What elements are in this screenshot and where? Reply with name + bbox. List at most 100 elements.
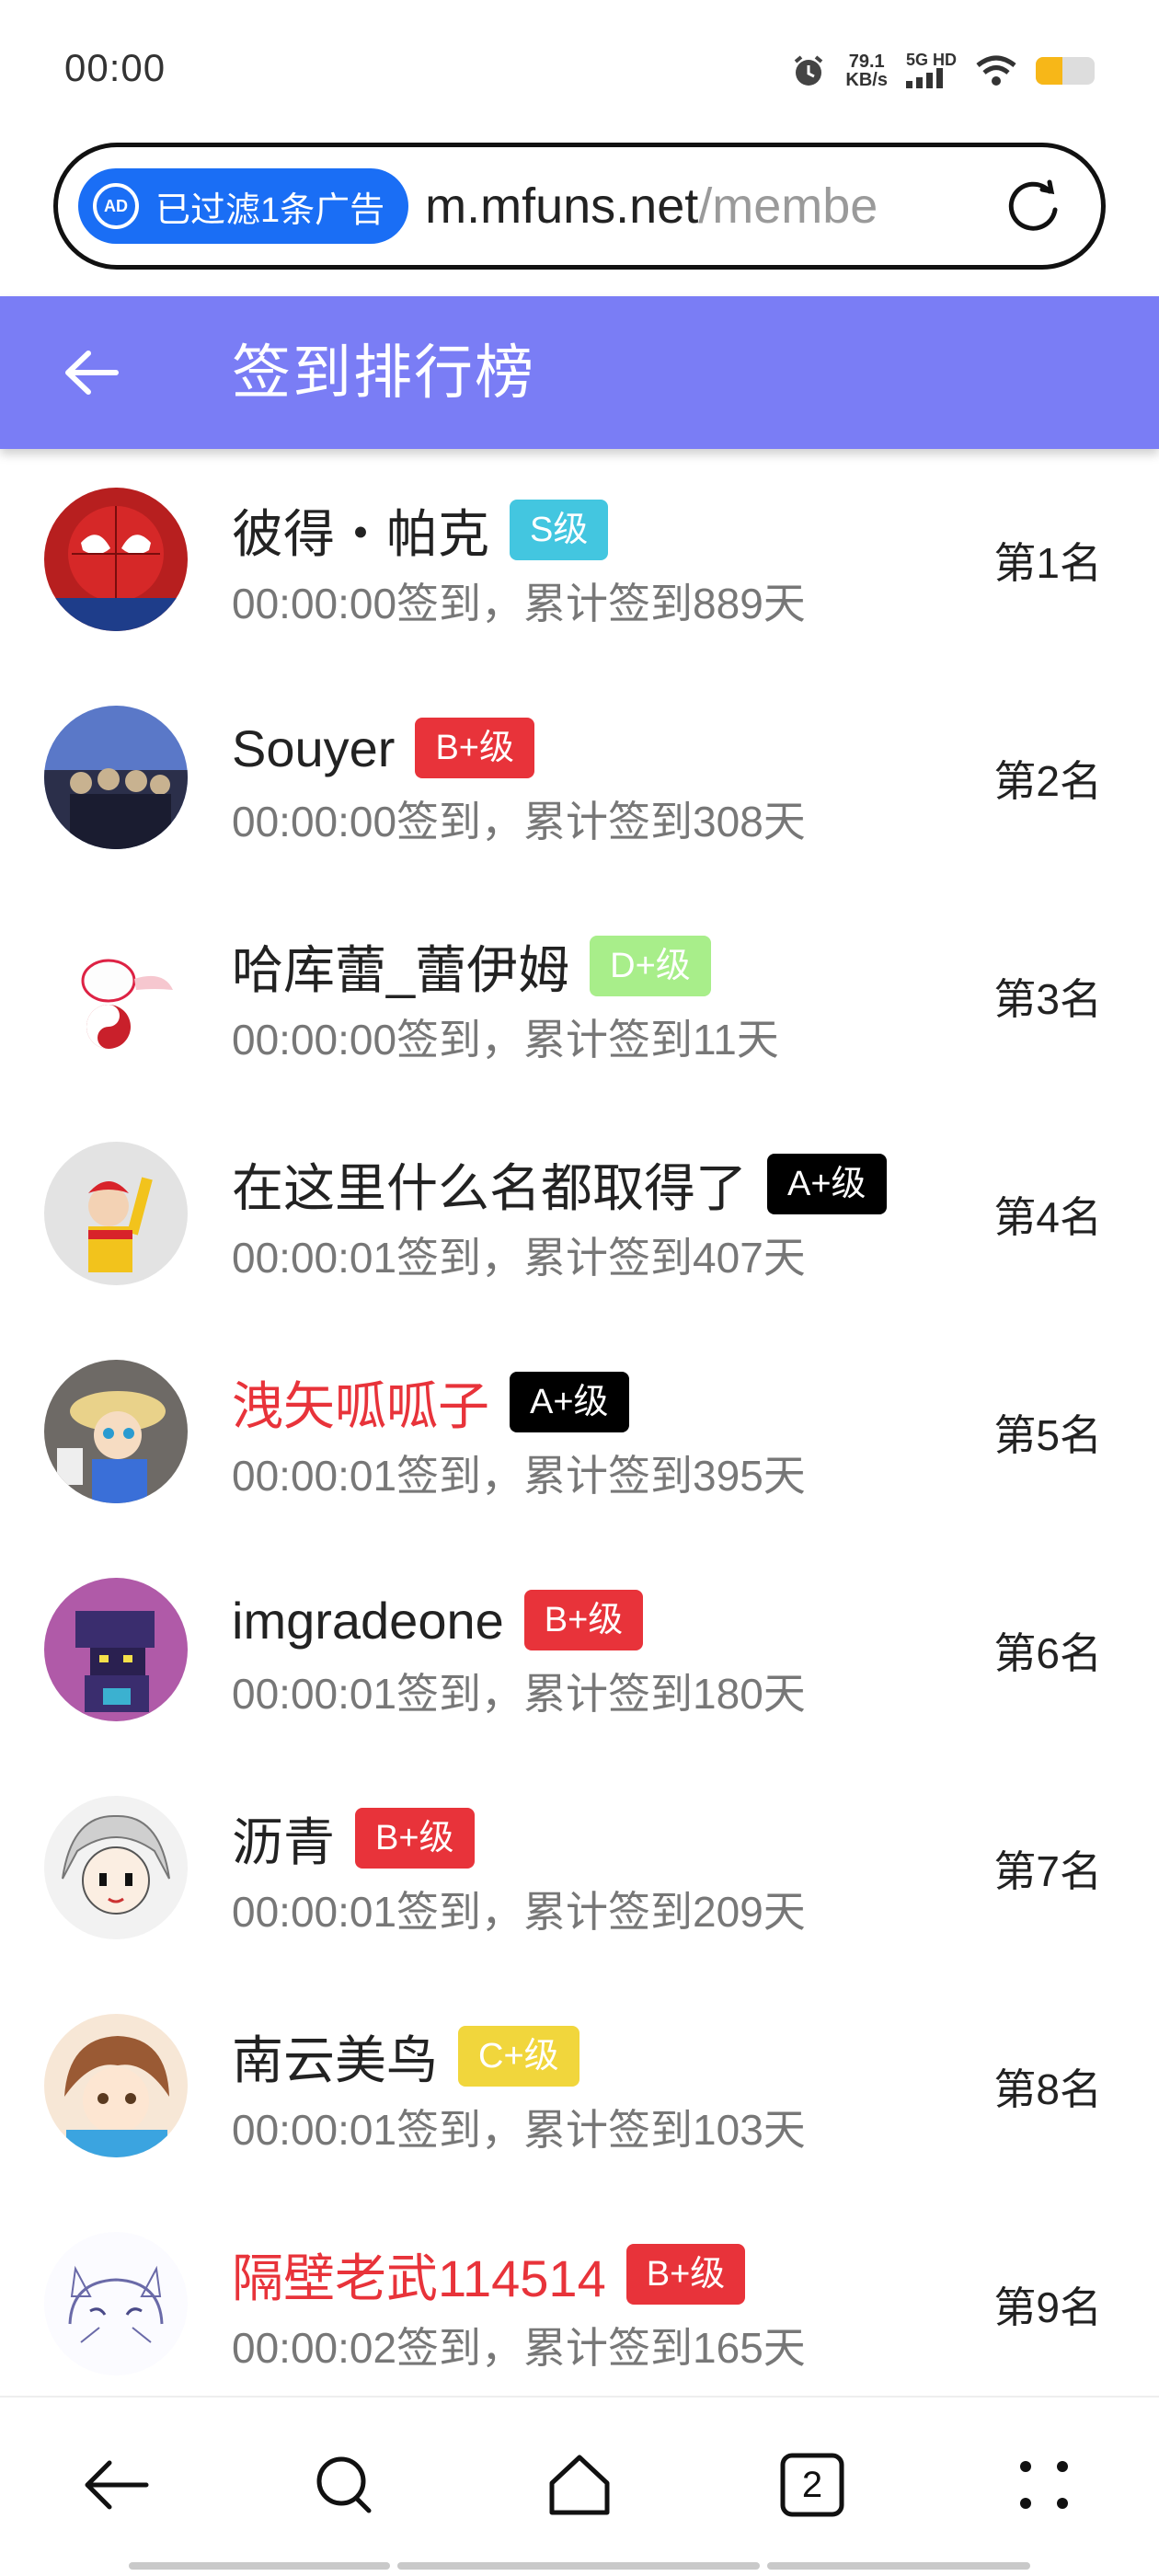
user-name[interactable]: 南云美鸟 [232,2019,438,2094]
url-domain: m.mfuns.net [425,178,699,234]
rank-label: 第5名 [993,1411,1102,1459]
checkin-info: 00:00:01签到，累计签到407天 [232,1234,806,1282]
status-time: 00:00 [64,46,166,89]
url-text[interactable]: m.mfuns.net/membe [425,178,940,235]
list-item[interactable]: 彼得・帕克 S级 00:00:00签到，累计签到889天 第1名 [0,449,1159,667]
browser-bottom-nav: 2 [0,2396,1159,2576]
list-item[interactable]: 隔壁老武114514 B+级 00:00:02签到，累计签到165天 第9名 [0,2193,1159,2411]
page-title: 签到排行榜 [232,339,535,406]
tabs-icon: 2 [775,2448,849,2522]
signal-bars-icon [905,67,943,88]
list-item[interactable]: 哈库蕾_蕾伊姆 D+级 00:00:00签到，累计签到11天 第3名 [0,885,1159,1103]
level-badge: B+级 [415,718,534,778]
battery-level [1036,57,1062,85]
user-name-line: 在这里什么名都取得了 A+级 [232,1147,887,1221]
status-icons: 79.1 KB/s 5G HD [790,48,1095,94]
level-badge: C+级 [458,2026,580,2087]
menu-icon [1020,2461,1068,2509]
avatar[interactable] [44,1578,188,1721]
checkin-info: 00:00:00签到，累计签到889天 [232,580,806,627]
network-speed-unit: KB/s [845,70,888,90]
user-name-line: 彼得・帕克 S级 [232,493,609,568]
level-badge: B+级 [625,2244,746,2305]
user-name-line: 洩矢呱呱子 A+级 [232,1365,629,1439]
avatar[interactable] [44,2014,188,2157]
rank-label: 第9名 [993,2283,1102,2331]
network-speed: 79.1 KB/s [845,52,888,89]
level-badge: D+级 [590,936,711,996]
checkin-info: 00:00:01签到，累计签到103天 [232,2106,806,2154]
checkin-info: 00:00:00签到，累计签到308天 [232,798,806,845]
checkin-info: 00:00:02签到，累计签到165天 [232,2324,806,2372]
nav-search-button[interactable] [304,2444,386,2526]
level-badge: A+级 [510,1372,629,1432]
rank-label: 第4名 [993,1193,1102,1241]
rank-label: 第8名 [993,2065,1102,2113]
user-name-line: imgradeone B+级 [232,1583,644,1657]
user-name[interactable]: 彼得・帕克 [232,493,489,568]
user-name[interactable]: 沥青 [232,1801,335,1876]
user-name[interactable]: 在这里什么名都取得了 [232,1147,747,1222]
gesture-bar-left [129,2562,390,2570]
tabs-count: 2 [801,2464,823,2505]
url-path: /membe [698,178,878,234]
list-item[interactable]: 在这里什么名都取得了 A+级 00:00:01签到，累计签到407天 第4名 [0,1103,1159,1321]
ad-filter-badge[interactable]: AD 已过滤1条广告 [78,168,409,244]
list-item[interactable]: 洩矢呱呱子 A+级 00:00:01签到，累计签到395天 第5名 [0,1321,1159,1539]
ad-filter-label: 已过滤1条广告 [155,190,385,230]
nav-menu-button[interactable] [1003,2444,1085,2526]
status-bar: 00:00 79.1 KB/s 5G HD [0,0,1159,138]
list-item[interactable]: Souyer B+级 00:00:00签到，累计签到308天 第2名 [0,667,1159,885]
user-name-line: Souyer B+级 [232,711,534,785]
cellular-signal: 5G HD [905,50,957,91]
back-icon [85,2460,149,2510]
user-name-line: 哈库蕾_蕾伊姆 D+级 [232,929,711,1003]
nav-back-button[interactable] [74,2444,156,2526]
ad-block-icon: AD [93,183,139,229]
nav-home-button[interactable] [538,2444,621,2526]
user-name-line: 南云美鸟 C+级 [232,2019,580,2093]
gesture-bar-right [767,2562,1030,2570]
wifi-icon [976,55,1016,86]
list-item[interactable]: 沥青 B+级 00:00:01签到，累计签到209天 第7名 [0,1757,1159,1975]
home-icon [549,2455,610,2515]
avatar[interactable] [44,706,188,849]
avatar[interactable] [44,1796,188,1939]
rank-label: 第3名 [993,975,1102,1023]
battery-icon [1036,57,1095,85]
list-item[interactable]: imgradeone B+级 00:00:01签到，累计签到180天 第6名 [0,1539,1159,1757]
search-icon [316,2456,372,2513]
avatar[interactable] [44,488,188,631]
checkin-info: 00:00:00签到，累计签到11天 [232,1016,779,1064]
checkin-info: 00:00:01签到，累计签到209天 [232,1888,806,1936]
level-badge: B+级 [523,1590,644,1650]
rank-label: 第6名 [993,1629,1102,1677]
reload-icon[interactable] [1005,178,1062,236]
level-badge: A+级 [767,1154,887,1214]
user-name[interactable]: imgradeone [232,1591,504,1650]
list-item[interactable]: 南云美鸟 C+级 00:00:01签到，累计签到103天 第8名 [0,1975,1159,2193]
network-type: 5G HD [905,50,957,69]
rank-label: 第1名 [993,539,1102,587]
avatar[interactable] [44,1360,188,1503]
user-name[interactable]: 隔壁老武114514 [232,2237,606,2312]
nav-tabs-button[interactable]: 2 [771,2444,854,2526]
level-badge: B+级 [355,1808,475,1869]
alarm-icon [795,55,823,86]
checkin-info: 00:00:01签到，累计签到395天 [232,1452,806,1500]
rank-label: 第2名 [993,757,1102,805]
back-arrow-icon[interactable] [61,342,121,403]
avatar[interactable] [44,1142,188,1285]
app-header: 签到排行榜 [0,296,1159,449]
address-bar[interactable]: AD 已过滤1条广告 m.mfuns.net/membe [53,143,1106,270]
checkin-info: 00:00:01签到，累计签到180天 [232,1670,806,1718]
user-name[interactable]: Souyer [232,719,395,778]
user-name[interactable]: 哈库蕾_蕾伊姆 [232,929,569,1004]
network-speed-value: 79.1 [848,52,885,72]
avatar[interactable] [44,2232,188,2375]
level-badge: S级 [510,500,609,560]
gesture-bar-center [397,2562,760,2570]
user-name[interactable]: 洩矢呱呱子 [232,1365,489,1440]
checkin-ranking-list: 彼得・帕克 S级 00:00:00签到，累计签到889天 第1名 Souyer … [0,449,1159,2411]
avatar[interactable] [44,924,188,1067]
